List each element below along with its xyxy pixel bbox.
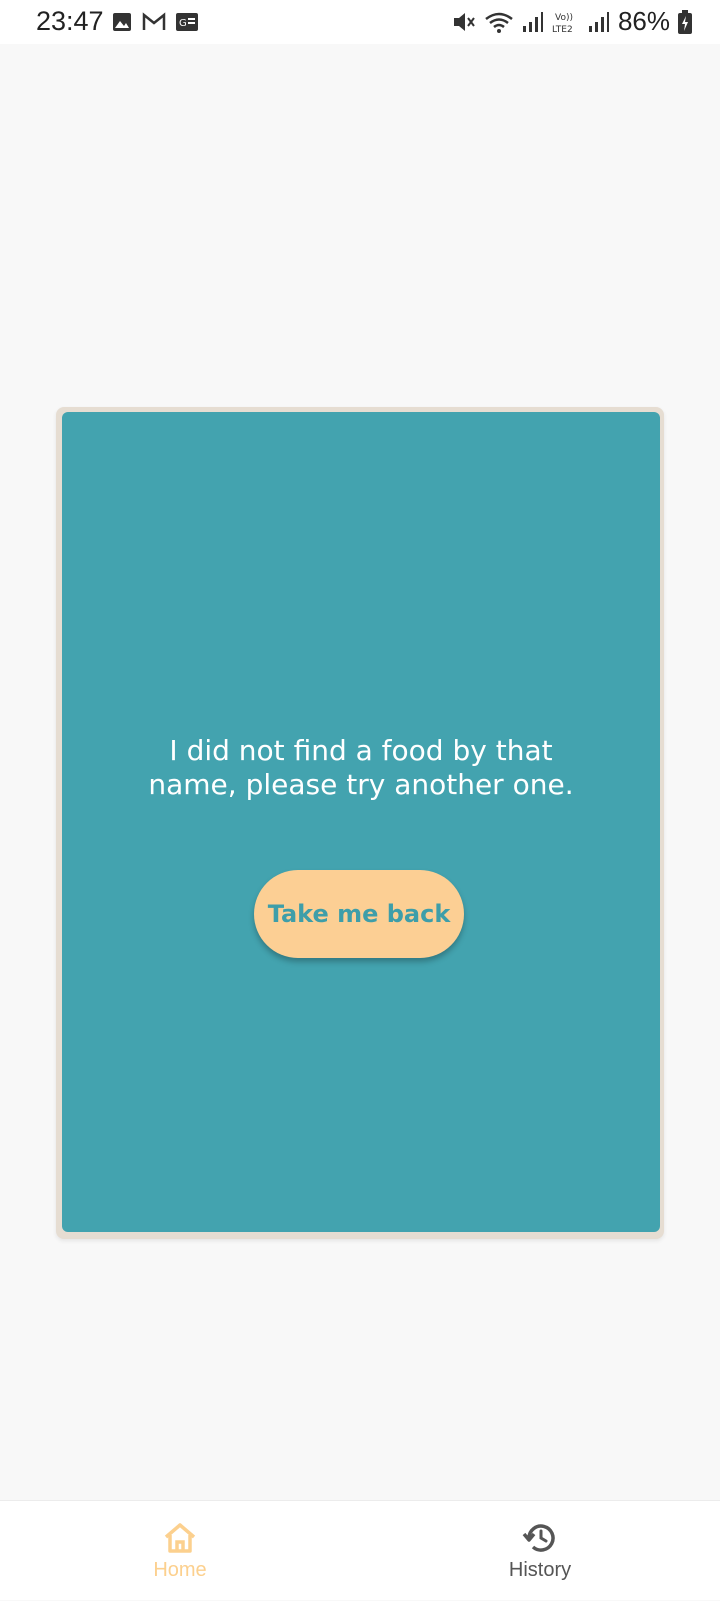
svg-text:G: G bbox=[179, 18, 187, 29]
svg-text:LTE2: LTE2 bbox=[552, 25, 573, 34]
not-found-message: I did not find a food by that name, plea… bbox=[148, 734, 574, 801]
message-card: I did not find a food by that name, plea… bbox=[62, 412, 660, 1232]
bottom-navigation: Home History bbox=[0, 1500, 720, 1600]
news-icon: G bbox=[176, 13, 198, 31]
battery-percent: 86% bbox=[617, 6, 670, 36]
nav-label-history: History bbox=[508, 1558, 572, 1581]
status-time: 23:47 bbox=[36, 6, 104, 36]
gmail-icon bbox=[142, 12, 166, 30]
svg-text:Vo)): Vo)) bbox=[555, 13, 573, 23]
nav-label-home: Home bbox=[153, 1558, 207, 1581]
volte-lte2-icon: Vo)) LTE2 bbox=[552, 13, 573, 34]
wifi-icon bbox=[485, 12, 513, 33]
mute-icon bbox=[453, 12, 475, 31]
nav-item-history[interactable]: History bbox=[360, 1501, 720, 1601]
gallery-icon bbox=[113, 13, 131, 31]
signal-icon bbox=[522, 11, 543, 32]
history-icon bbox=[522, 1523, 555, 1552]
home-icon bbox=[164, 1522, 196, 1553]
status-right: Vo)) LTE2 86% bbox=[452, 6, 692, 37]
status-bar: 23:47 G Vo)) LTE2 86% bbox=[0, 0, 720, 44]
nav-item-home[interactable]: Home bbox=[0, 1501, 360, 1601]
notification-icons: G bbox=[112, 12, 198, 32]
signal2-icon bbox=[588, 11, 609, 32]
battery-charging-icon bbox=[678, 9, 692, 34]
take-me-back-button[interactable]: Take me back bbox=[254, 870, 464, 958]
